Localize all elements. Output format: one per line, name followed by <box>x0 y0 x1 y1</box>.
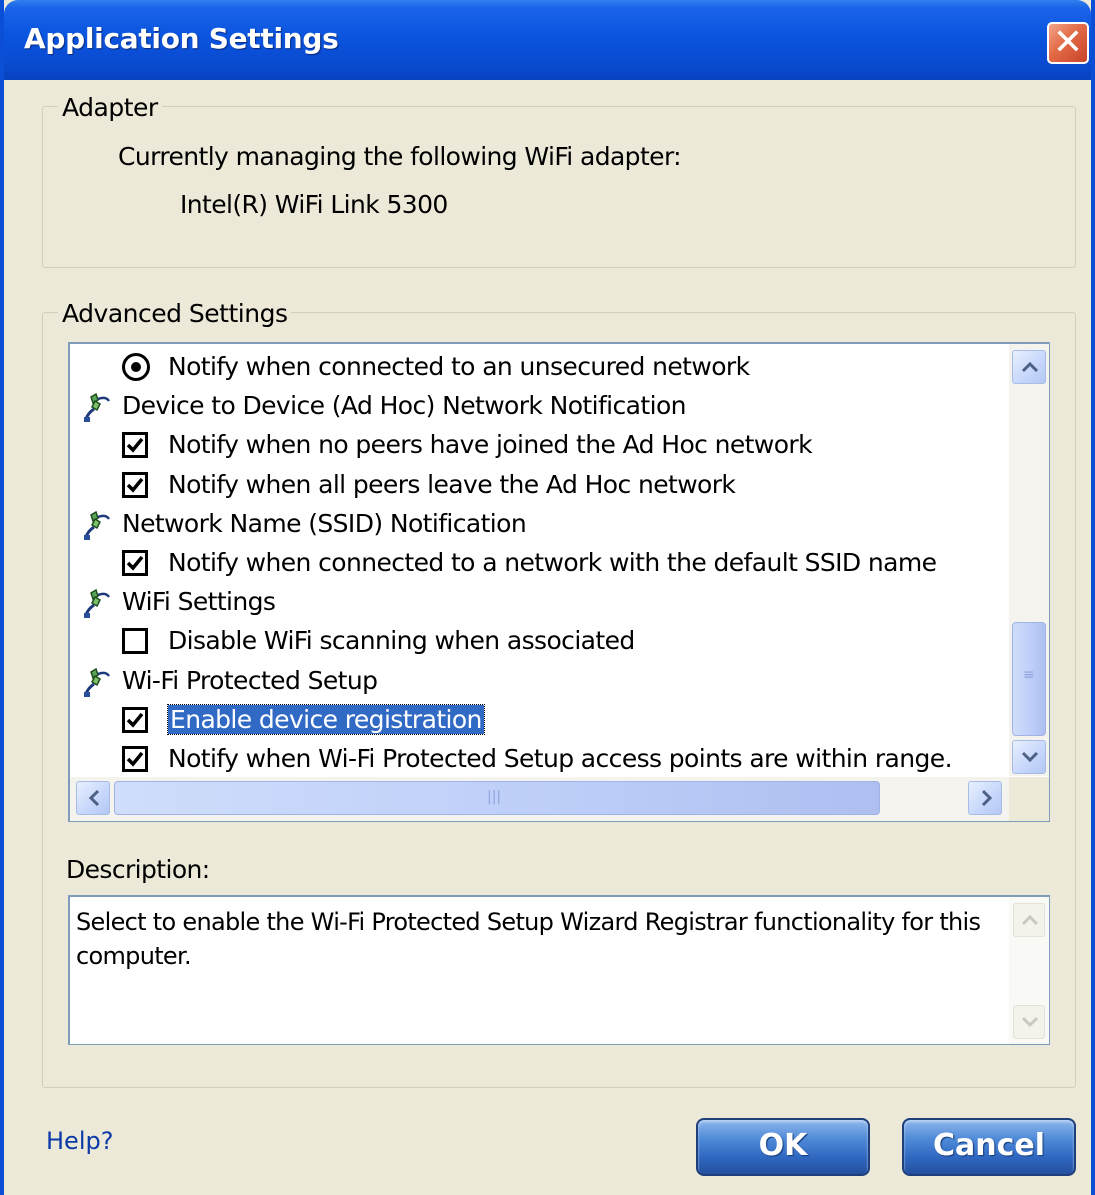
close-button[interactable]: ✕ <box>1047 22 1089 64</box>
tree-item-label: Enable device registration <box>167 703 485 735</box>
advanced-settings-legend: Advanced Settings <box>58 299 292 328</box>
horizontal-scrollbar[interactable]: ||| <box>70 777 1010 821</box>
tree-item-label: Disable WiFi scanning when associated <box>168 626 635 656</box>
tree-checkbox-option[interactable]: Notify when Wi-Fi Protected Setup access… <box>70 740 1000 778</box>
tree-item-label: Notify when all peers leave the Ad Hoc n… <box>168 469 736 499</box>
network-plug-icon <box>82 587 112 625</box>
advanced-settings-legend-text: Advanced Settings <box>62 299 288 328</box>
scroll-left-button[interactable] <box>76 781 110 815</box>
tree-checkbox-option[interactable]: Notify when connected to a network with … <box>70 544 1000 582</box>
radio-button[interactable] <box>122 353 150 381</box>
description-box: Select to enable the Wi-Fi Protected Set… <box>68 895 1050 1045</box>
tree-category: WiFi Settings <box>70 583 1000 621</box>
chevron-up-icon <box>1021 361 1039 373</box>
checkbox[interactable] <box>122 471 148 498</box>
thumb-grip-icon: ≡ <box>1023 667 1035 683</box>
scroll-up-button[interactable] <box>1012 350 1046 384</box>
chevron-down-icon <box>1021 1016 1039 1028</box>
tree-checkbox-option[interactable]: Enable device registration <box>70 701 1000 739</box>
chevron-left-icon <box>88 789 100 807</box>
checkmark-icon <box>126 477 144 493</box>
tree-checkbox-option[interactable]: Notify when all peers leave the Ad Hoc n… <box>70 466 1000 504</box>
adapter-legend: Adapter <box>58 93 162 122</box>
application-settings-window: Application Settings ✕ Adapter Currently… <box>0 0 1095 1195</box>
tree-item-label: Notify when connected to a network with … <box>168 548 937 577</box>
tree-item-label: Device to Device (Ad Hoc) Network Notifi… <box>122 391 686 421</box>
managing-text: Currently managing the following WiFi ad… <box>118 142 682 171</box>
network-plug-icon <box>82 509 112 547</box>
scroll-down-button[interactable] <box>1012 740 1046 774</box>
close-icon: ✕ <box>1052 22 1084 63</box>
checkmark-icon <box>126 555 144 571</box>
vertical-scrollbar[interactable]: ≡ <box>1009 344 1049 776</box>
description-scroll-down-button <box>1013 1005 1045 1039</box>
chevron-up-icon <box>1021 914 1039 926</box>
checkbox[interactable] <box>122 432 148 459</box>
description-scroll-up-button <box>1013 903 1045 937</box>
tree-item-label: Notify when Wi-Fi Protected Setup access… <box>168 744 953 773</box>
tree-radio-option[interactable]: Notify when connected to an unsecured ne… <box>70 348 1000 386</box>
tree-category: Network Name (SSID) Notification <box>70 505 1000 543</box>
tree-checkbox-option[interactable]: Disable WiFi scanning when associated <box>70 622 1000 660</box>
description-text: Select to enable the Wi-Fi Protected Set… <box>76 908 981 970</box>
scrollbar-corner <box>1009 777 1049 821</box>
checkmark-icon <box>126 438 144 453</box>
checkbox[interactable] <box>122 628 148 655</box>
checkbox[interactable] <box>122 550 148 576</box>
description-label: Description: <box>66 855 210 884</box>
adapter-name: Intel(R) WiFi Link 5300 <box>180 190 448 219</box>
chevron-right-icon <box>981 789 993 807</box>
checkmark-icon <box>126 712 144 728</box>
network-plug-icon <box>82 666 112 704</box>
tree-item-label: WiFi Settings <box>122 587 276 617</box>
adapter-group <box>42 106 1076 268</box>
tree-checkbox-option[interactable]: Notify when no peers have joined the Ad … <box>70 426 1000 464</box>
advanced-settings-tree[interactable]: Notify when connected to an unsecured ne… <box>68 342 1050 822</box>
checkmark-icon <box>126 751 144 767</box>
title-bar: Application Settings ✕ <box>4 0 1091 80</box>
chevron-down-icon <box>1021 751 1039 763</box>
thumb-grip-icon: ||| <box>487 789 502 805</box>
tree-item-label: Notify when no peers have joined the Ad … <box>168 430 813 460</box>
window-title: Application Settings <box>24 22 339 55</box>
network-plug-icon <box>82 391 112 429</box>
help-link[interactable]: Help? <box>46 1127 113 1155</box>
tree-item-label: Network Name (SSID) Notification <box>122 508 527 538</box>
horizontal-scroll-thumb[interactable]: ||| <box>114 781 880 815</box>
tree-item-label: Wi-Fi Protected Setup <box>122 665 378 695</box>
checkbox[interactable] <box>122 706 148 733</box>
tree-category: Wi-Fi Protected Setup <box>70 662 1000 700</box>
tree-item-label: Notify when connected to an unsecured ne… <box>168 352 750 381</box>
tree-category: Device to Device (Ad Hoc) Network Notifi… <box>70 387 1000 425</box>
checkbox[interactable] <box>122 746 148 772</box>
description-scrollbar <box>1009 897 1049 1044</box>
cancel-button[interactable]: Cancel <box>902 1118 1076 1176</box>
ok-button[interactable]: OK <box>696 1118 870 1176</box>
scroll-right-button[interactable] <box>968 781 1002 815</box>
vertical-scroll-thumb[interactable]: ≡ <box>1012 622 1046 736</box>
